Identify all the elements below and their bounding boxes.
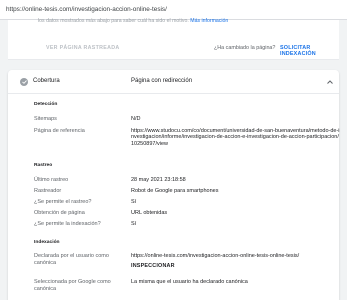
coverage-status: Página con redirección xyxy=(131,78,193,84)
section-title-indexacion: Indexación xyxy=(34,240,60,245)
indexing-allowed-value: Sí xyxy=(131,221,137,227)
coverage-header[interactable]: Cobertura Página con redirección xyxy=(8,70,339,94)
inspection-actions-card: los datos mostrados más abajo para saber… xyxy=(8,18,339,60)
coverage-card: Cobertura Página con redirección Detecci… xyxy=(8,70,341,300)
page-fetch-value: URL obtenidas xyxy=(131,210,168,216)
indexing-allowed-label: ¿Se permite la indexación? xyxy=(34,221,101,227)
check-circle-icon xyxy=(20,78,28,86)
google-canonical-value: La misma que el usuario ha declarado can… xyxy=(131,279,248,285)
view-crawled-page-button[interactable]: VER PÁGINA RASTREADA xyxy=(46,45,120,51)
google-canonical-label: Seleccionada por Google como canónica xyxy=(34,279,111,292)
url-text: https://online-tesis.com/investigacion-a… xyxy=(6,6,167,13)
request-indexing-button[interactable]: SOLICITAR INDEXACIÓN xyxy=(280,45,339,57)
user-canonical-value[interactable]: https://online-tesis.com/investigacion-a… xyxy=(131,253,341,259)
crawl-allowed-label: ¿Se permite el rastreo? xyxy=(34,199,92,205)
inspect-button[interactable]: INSPECCIONAR xyxy=(131,263,175,269)
crawler-value: Robot de Google para smartphones xyxy=(131,188,219,194)
info-text: los datos mostrados más abajo para saber… xyxy=(38,18,229,24)
more-info-link[interactable]: Más información xyxy=(190,18,228,24)
last-crawl-label: Último rastreo xyxy=(34,177,69,183)
section-title-rastreo: Rastreo xyxy=(34,163,53,168)
user-canonical-label: Declarada por el usuario como canónica xyxy=(34,253,109,266)
sitemaps-value: N/D xyxy=(131,116,141,122)
coverage-title: Cobertura xyxy=(33,78,60,84)
crawl-allowed-value: Sí xyxy=(131,199,137,205)
referring-page-label: Página de referencia xyxy=(34,128,85,134)
referring-page-value[interactable]: https://www.studocu.com/co/document/univ… xyxy=(131,128,341,147)
page-fetch-label: Obtención de página xyxy=(34,210,85,216)
section-title-deteccion: Detección xyxy=(34,102,58,107)
url-bar[interactable]: https://online-tesis.com/investigacion-a… xyxy=(0,0,347,20)
crawler-label: Rastreador xyxy=(34,188,62,194)
last-crawl-value: 28 may 2021 23:18:58 xyxy=(131,177,186,183)
chevron-up-icon[interactable] xyxy=(326,78,334,86)
sitemaps-label: Sitemaps xyxy=(34,116,57,122)
page-changed-question: ¿Ha cambiado la página? xyxy=(214,45,276,51)
